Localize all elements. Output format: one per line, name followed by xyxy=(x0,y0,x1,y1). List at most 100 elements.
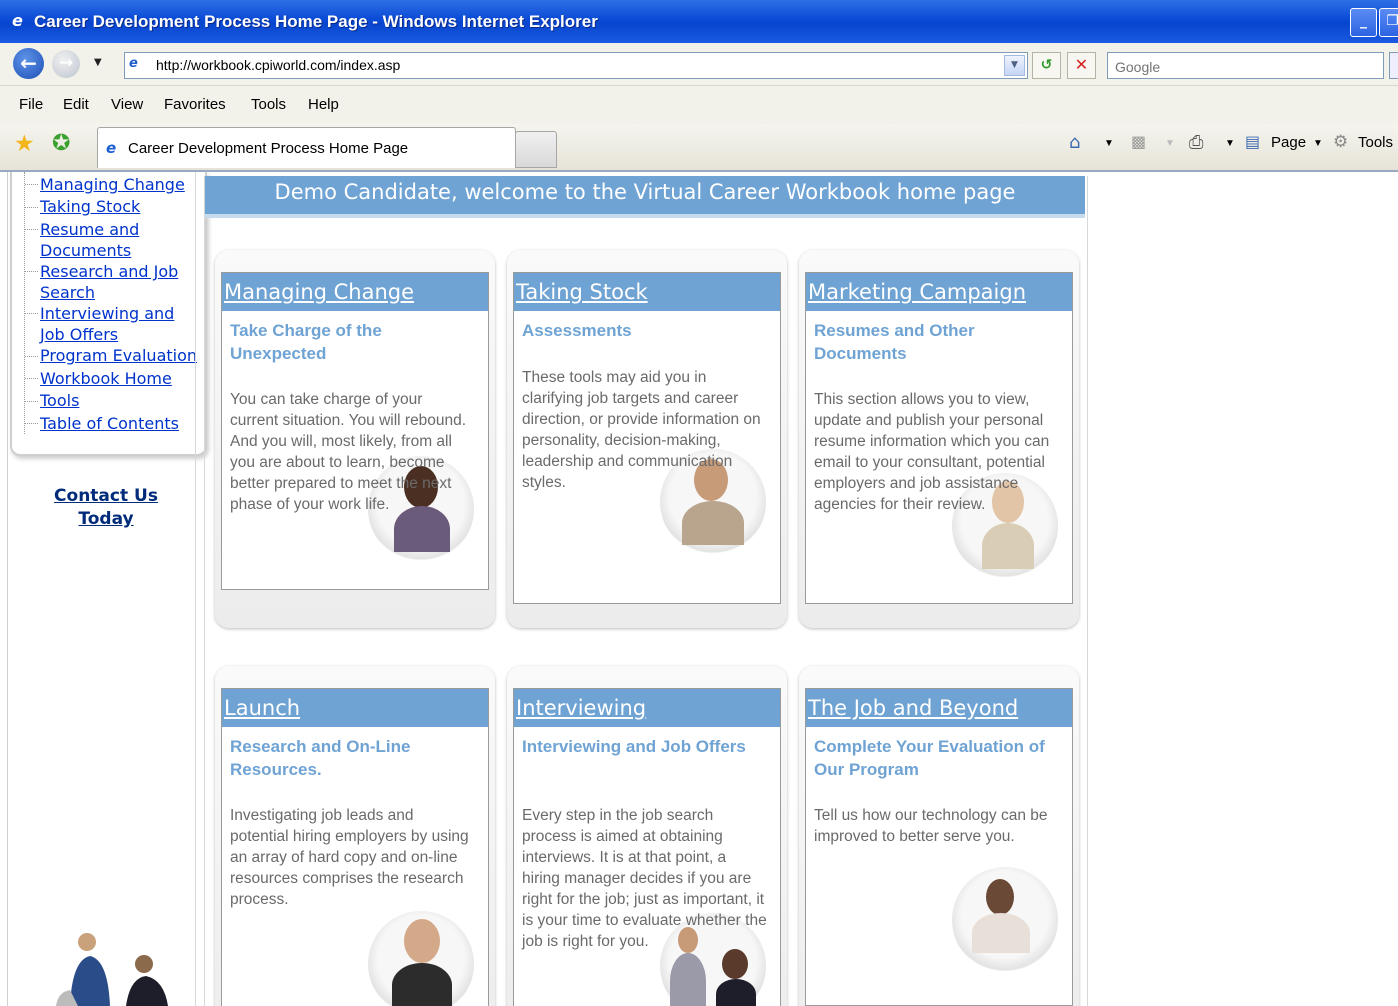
address-bar[interactable]: e http://workbook.cpiworld.com/index.asp… xyxy=(124,52,1028,79)
card-body: Taking Stock Assessments These tools may… xyxy=(513,272,781,604)
page-menu[interactable]: Page xyxy=(1271,134,1306,151)
address-dropdown-icon[interactable]: ▼ xyxy=(1004,55,1025,76)
photo-torso xyxy=(972,913,1030,953)
forward-button[interactable]: → xyxy=(52,50,80,78)
card-title-link[interactable]: Launch xyxy=(224,696,300,720)
print-icon[interactable]: ⎙ xyxy=(1189,132,1203,153)
photo-torso xyxy=(392,963,452,1006)
menu-bar: File Edit View Favorites Tools Help xyxy=(0,86,1398,125)
card-taking-stock: Taking Stock Assessments These tools may… xyxy=(507,250,793,628)
sidebar-item-table-of-contents[interactable]: Table of Contents xyxy=(40,413,179,434)
sidebar-item-interviewing[interactable]: Interviewing and xyxy=(40,303,174,324)
search-box[interactable] xyxy=(1107,52,1384,79)
menu-edit[interactable]: Edit xyxy=(63,96,89,113)
tree-branch xyxy=(25,207,38,208)
card-title-link[interactable]: Managing Change xyxy=(224,280,414,304)
tools-menu[interactable]: Tools xyxy=(1358,134,1393,151)
menu-file[interactable]: File xyxy=(19,96,43,113)
photo-head xyxy=(986,879,1014,915)
tab-bar: ★ ✪ e Career Development Process Home Pa… xyxy=(0,124,1398,172)
tree-branch xyxy=(25,423,38,424)
search-input[interactable] xyxy=(1113,55,1377,78)
feeds-icon[interactable]: ▩ xyxy=(1131,132,1146,151)
sidebar-item-managing-change[interactable]: Managing Change xyxy=(40,174,185,195)
ie-logo-icon: e xyxy=(12,11,23,30)
favorites-star-icon[interactable]: ★ xyxy=(14,131,35,157)
card-body: Marketing Campaign Resumes and Other Doc… xyxy=(805,272,1073,604)
page-icon: e xyxy=(129,56,138,71)
stop-button[interactable]: ✕ xyxy=(1067,52,1096,79)
search-button[interactable] xyxy=(1389,52,1398,79)
feeds-dropdown-icon: ▼ xyxy=(1165,138,1175,149)
main-panel: Demo Candidate, welcome to the Virtual C… xyxy=(204,176,1088,1006)
tab-current[interactable]: e Career Development Process Home Page xyxy=(97,127,516,168)
tree-branch xyxy=(25,356,38,357)
sidebar-item-resume[interactable]: Resume and xyxy=(40,219,139,240)
card-subtitle: Take Charge of the Unexpected xyxy=(230,321,382,363)
menu-help[interactable]: Help xyxy=(308,96,339,113)
print-dropdown-icon[interactable]: ▼ xyxy=(1225,138,1235,149)
page-dropdown-icon[interactable]: ▼ xyxy=(1313,138,1323,149)
menu-favorites[interactable]: Favorites xyxy=(164,96,226,113)
card-subtitle: Complete Your Evaluation of Our Program xyxy=(814,737,1045,779)
home-icon[interactable]: ⌂ xyxy=(1069,132,1080,153)
sidebar-item-taking-stock[interactable]: Taking Stock xyxy=(40,196,140,217)
restore-button[interactable]: ❐ xyxy=(1379,8,1398,37)
card-header: Managing Change xyxy=(222,273,488,311)
sidebar-tree: Managing Change Taking Stock Resume and … xyxy=(10,172,207,456)
contact-us-link[interactable]: Contact Us Today xyxy=(30,485,182,531)
photo-head xyxy=(404,919,440,963)
home-dropdown-icon[interactable]: ▼ xyxy=(1104,138,1114,149)
card-launch: Launch Research and On-Line Resources. I… xyxy=(215,666,501,1006)
card-interviewing: Interviewing Interviewing and Job Offers… xyxy=(507,666,793,1006)
menu-tools[interactable]: Tools xyxy=(251,96,286,113)
card-title-link[interactable]: Taking Stock xyxy=(516,280,648,304)
tree-branch xyxy=(25,313,38,314)
sidebar-divider xyxy=(195,172,196,1006)
refresh-button[interactable]: ↺ xyxy=(1032,52,1061,79)
photo-torso xyxy=(682,501,744,545)
recent-pages-dropdown-icon[interactable]: ▼ xyxy=(94,57,102,68)
card-photo xyxy=(952,867,1058,973)
card-header: Launch xyxy=(222,689,488,727)
add-favorite-icon[interactable]: ✪ xyxy=(52,131,70,156)
people-illustration xyxy=(56,933,168,1006)
back-button[interactable]: ← xyxy=(13,48,44,79)
sidebar-item-tools[interactable]: Tools xyxy=(40,390,79,411)
photo-torso xyxy=(670,953,706,1006)
sidebar-item-interviewing-cont[interactable]: Job Offers xyxy=(40,324,118,345)
address-url[interactable]: http://workbook.cpiworld.com/index.asp xyxy=(156,57,400,73)
card-title-link[interactable]: Interviewing xyxy=(516,696,646,720)
new-tab-button[interactable] xyxy=(515,131,557,168)
minimize-button[interactable]: _ xyxy=(1350,8,1377,37)
contact-line-1[interactable]: Contact Us xyxy=(30,485,182,508)
sidebar-item-research-cont[interactable]: Search xyxy=(40,282,95,303)
window-title: Career Development Process Home Page - W… xyxy=(34,12,598,31)
page-content: Managing Change Taking Stock Resume and … xyxy=(0,172,1398,1006)
card-title-link[interactable]: Marketing Campaign xyxy=(808,280,1026,304)
card-description: You can take charge of your current situ… xyxy=(230,391,467,513)
sidebar-item-research[interactable]: Research and Job xyxy=(40,261,178,282)
tree-connector xyxy=(24,172,26,434)
card-subtitle: Interviewing and Job Offers xyxy=(522,737,746,756)
card-photo xyxy=(368,911,474,1006)
contact-line-2[interactable]: Today xyxy=(30,508,182,531)
photo-torso xyxy=(982,523,1034,569)
sidebar-item-resume-cont[interactable]: Documents xyxy=(40,240,131,261)
card-title-link[interactable]: The Job and Beyond xyxy=(808,696,1018,720)
card-marketing-campaign: Marketing Campaign Resumes and Other Doc… xyxy=(799,250,1085,628)
card-subtitle: Research and On-Line Resources. xyxy=(230,737,411,779)
card-description: This section allows you to view, update … xyxy=(814,391,1050,513)
tree-branch xyxy=(25,378,38,379)
tree-branch xyxy=(25,271,38,272)
menu-view[interactable]: View xyxy=(111,96,143,113)
tab-ie-icon: e xyxy=(106,139,117,157)
sidebar-item-workbook-home[interactable]: Workbook Home xyxy=(40,368,172,389)
page-menu-icon: ▤ xyxy=(1245,132,1261,151)
card-description: Every step in the job search process is … xyxy=(522,807,767,950)
card-description: Investigating job leads and potential hi… xyxy=(230,807,469,908)
card-body: Launch Research and On-Line Resources. I… xyxy=(221,688,489,1006)
card-body: The Job and Beyond Complete Your Evaluat… xyxy=(805,688,1073,1006)
sidebar-item-program-evaluation[interactable]: Program Evaluation xyxy=(40,345,197,366)
tree-branch xyxy=(25,401,38,402)
